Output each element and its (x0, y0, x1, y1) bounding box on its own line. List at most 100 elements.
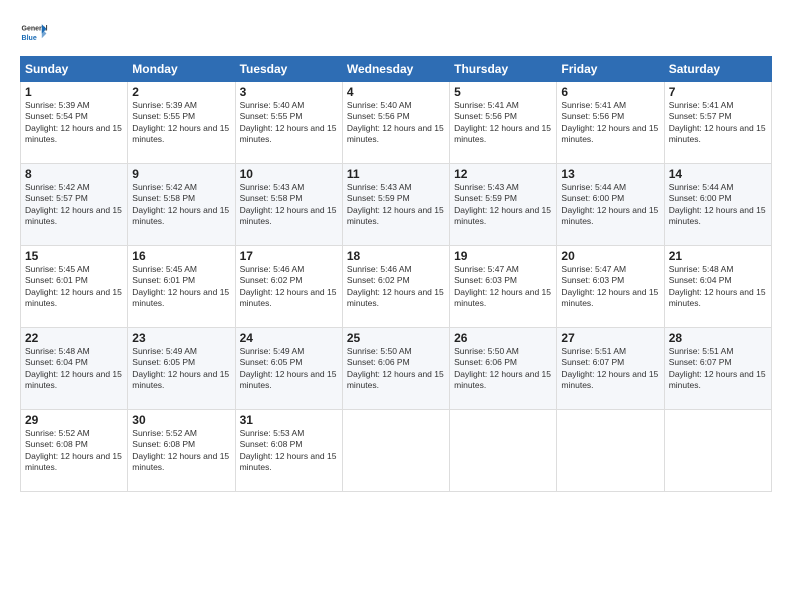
sunrise-label: Sunrise: 5:44 AM (669, 182, 734, 192)
daylight-label: Daylight: 12 hours and 15 minutes. (454, 205, 551, 226)
daylight-label: Daylight: 12 hours and 15 minutes. (132, 369, 229, 390)
calendar-cell: 18 Sunrise: 5:46 AM Sunset: 6:02 PM Dayl… (342, 246, 449, 328)
calendar-cell: 3 Sunrise: 5:40 AM Sunset: 5:55 PM Dayli… (235, 82, 342, 164)
sunset-label: Sunset: 5:56 PM (347, 111, 410, 121)
day-number: 19 (454, 249, 552, 263)
sunrise-label: Sunrise: 5:40 AM (240, 100, 305, 110)
sunrise-label: Sunrise: 5:42 AM (25, 182, 90, 192)
sunset-label: Sunset: 6:05 PM (240, 357, 303, 367)
sunset-label: Sunset: 6:03 PM (561, 275, 624, 285)
daylight-label: Daylight: 12 hours and 15 minutes. (240, 123, 337, 144)
day-info: Sunrise: 5:50 AM Sunset: 6:06 PM Dayligh… (454, 346, 552, 392)
sunset-label: Sunset: 5:59 PM (454, 193, 517, 203)
daylight-label: Daylight: 12 hours and 15 minutes. (25, 287, 122, 308)
calendar-cell: 24 Sunrise: 5:49 AM Sunset: 6:05 PM Dayl… (235, 328, 342, 410)
sunset-label: Sunset: 6:04 PM (25, 357, 88, 367)
sunrise-label: Sunrise: 5:41 AM (454, 100, 519, 110)
day-info: Sunrise: 5:48 AM Sunset: 6:04 PM Dayligh… (25, 346, 123, 392)
sunrise-label: Sunrise: 5:43 AM (454, 182, 519, 192)
week-row-5: 29 Sunrise: 5:52 AM Sunset: 6:08 PM Dayl… (21, 410, 772, 492)
daylight-label: Daylight: 12 hours and 15 minutes. (25, 205, 122, 226)
day-number: 8 (25, 167, 123, 181)
calendar-cell: 14 Sunrise: 5:44 AM Sunset: 6:00 PM Dayl… (664, 164, 771, 246)
daylight-label: Daylight: 12 hours and 15 minutes. (132, 205, 229, 226)
calendar-cell: 7 Sunrise: 5:41 AM Sunset: 5:57 PM Dayli… (664, 82, 771, 164)
day-number: 13 (561, 167, 659, 181)
header-day-friday: Friday (557, 57, 664, 82)
sunrise-label: Sunrise: 5:49 AM (132, 346, 197, 356)
day-info: Sunrise: 5:42 AM Sunset: 5:58 PM Dayligh… (132, 182, 230, 228)
calendar-cell: 27 Sunrise: 5:51 AM Sunset: 6:07 PM Dayl… (557, 328, 664, 410)
week-row-2: 8 Sunrise: 5:42 AM Sunset: 5:57 PM Dayli… (21, 164, 772, 246)
sunrise-label: Sunrise: 5:46 AM (347, 264, 412, 274)
sunset-label: Sunset: 5:54 PM (25, 111, 88, 121)
day-number: 30 (132, 413, 230, 427)
daylight-label: Daylight: 12 hours and 15 minutes. (132, 123, 229, 144)
day-number: 21 (669, 249, 767, 263)
day-info: Sunrise: 5:52 AM Sunset: 6:08 PM Dayligh… (132, 428, 230, 474)
calendar-cell (342, 410, 449, 492)
day-info: Sunrise: 5:46 AM Sunset: 6:02 PM Dayligh… (347, 264, 445, 310)
header-day-tuesday: Tuesday (235, 57, 342, 82)
day-number: 1 (25, 85, 123, 99)
sunrise-label: Sunrise: 5:52 AM (132, 428, 197, 438)
day-info: Sunrise: 5:51 AM Sunset: 6:07 PM Dayligh… (669, 346, 767, 392)
day-info: Sunrise: 5:40 AM Sunset: 5:55 PM Dayligh… (240, 100, 338, 146)
sunset-label: Sunset: 6:01 PM (25, 275, 88, 285)
day-info: Sunrise: 5:49 AM Sunset: 6:05 PM Dayligh… (240, 346, 338, 392)
day-info: Sunrise: 5:41 AM Sunset: 5:57 PM Dayligh… (669, 100, 767, 146)
sunset-label: Sunset: 6:01 PM (132, 275, 195, 285)
calendar-cell: 8 Sunrise: 5:42 AM Sunset: 5:57 PM Dayli… (21, 164, 128, 246)
daylight-label: Daylight: 12 hours and 15 minutes. (347, 369, 444, 390)
day-info: Sunrise: 5:44 AM Sunset: 6:00 PM Dayligh… (561, 182, 659, 228)
sunset-label: Sunset: 5:56 PM (454, 111, 517, 121)
daylight-label: Daylight: 12 hours and 15 minutes. (347, 123, 444, 144)
sunset-label: Sunset: 6:05 PM (132, 357, 195, 367)
page: General Blue SundayMondayTuesdayWednesda… (0, 0, 792, 612)
calendar-cell: 1 Sunrise: 5:39 AM Sunset: 5:54 PM Dayli… (21, 82, 128, 164)
day-number: 5 (454, 85, 552, 99)
header-day-sunday: Sunday (21, 57, 128, 82)
calendar-cell: 25 Sunrise: 5:50 AM Sunset: 6:06 PM Dayl… (342, 328, 449, 410)
day-number: 2 (132, 85, 230, 99)
day-info: Sunrise: 5:41 AM Sunset: 5:56 PM Dayligh… (561, 100, 659, 146)
sunrise-label: Sunrise: 5:43 AM (347, 182, 412, 192)
daylight-label: Daylight: 12 hours and 15 minutes. (669, 287, 766, 308)
header: General Blue (20, 18, 772, 46)
day-number: 31 (240, 413, 338, 427)
day-info: Sunrise: 5:42 AM Sunset: 5:57 PM Dayligh… (25, 182, 123, 228)
sunset-label: Sunset: 6:03 PM (454, 275, 517, 285)
sunrise-label: Sunrise: 5:40 AM (347, 100, 412, 110)
daylight-label: Daylight: 12 hours and 15 minutes. (240, 369, 337, 390)
daylight-label: Daylight: 12 hours and 15 minutes. (25, 123, 122, 144)
calendar-cell (664, 410, 771, 492)
day-number: 12 (454, 167, 552, 181)
day-number: 27 (561, 331, 659, 345)
daylight-label: Daylight: 12 hours and 15 minutes. (240, 451, 337, 472)
daylight-label: Daylight: 12 hours and 15 minutes. (561, 369, 658, 390)
daylight-label: Daylight: 12 hours and 15 minutes. (240, 205, 337, 226)
daylight-label: Daylight: 12 hours and 15 minutes. (25, 369, 122, 390)
sunrise-label: Sunrise: 5:50 AM (347, 346, 412, 356)
logo-icon: General Blue (20, 18, 48, 46)
sunset-label: Sunset: 6:07 PM (669, 357, 732, 367)
week-row-4: 22 Sunrise: 5:48 AM Sunset: 6:04 PM Dayl… (21, 328, 772, 410)
calendar-cell: 21 Sunrise: 5:48 AM Sunset: 6:04 PM Dayl… (664, 246, 771, 328)
day-info: Sunrise: 5:43 AM Sunset: 5:59 PM Dayligh… (454, 182, 552, 228)
daylight-label: Daylight: 12 hours and 15 minutes. (561, 205, 658, 226)
sunrise-label: Sunrise: 5:41 AM (669, 100, 734, 110)
day-number: 23 (132, 331, 230, 345)
day-info: Sunrise: 5:40 AM Sunset: 5:56 PM Dayligh… (347, 100, 445, 146)
week-row-1: 1 Sunrise: 5:39 AM Sunset: 5:54 PM Dayli… (21, 82, 772, 164)
day-info: Sunrise: 5:39 AM Sunset: 5:54 PM Dayligh… (25, 100, 123, 146)
day-number: 3 (240, 85, 338, 99)
calendar-cell: 31 Sunrise: 5:53 AM Sunset: 6:08 PM Dayl… (235, 410, 342, 492)
header-day-monday: Monday (128, 57, 235, 82)
sunrise-label: Sunrise: 5:47 AM (454, 264, 519, 274)
sunset-label: Sunset: 6:02 PM (347, 275, 410, 285)
sunrise-label: Sunrise: 5:51 AM (561, 346, 626, 356)
sunrise-label: Sunrise: 5:44 AM (561, 182, 626, 192)
sunset-label: Sunset: 5:58 PM (240, 193, 303, 203)
calendar-cell: 15 Sunrise: 5:45 AM Sunset: 6:01 PM Dayl… (21, 246, 128, 328)
calendar-cell (450, 410, 557, 492)
